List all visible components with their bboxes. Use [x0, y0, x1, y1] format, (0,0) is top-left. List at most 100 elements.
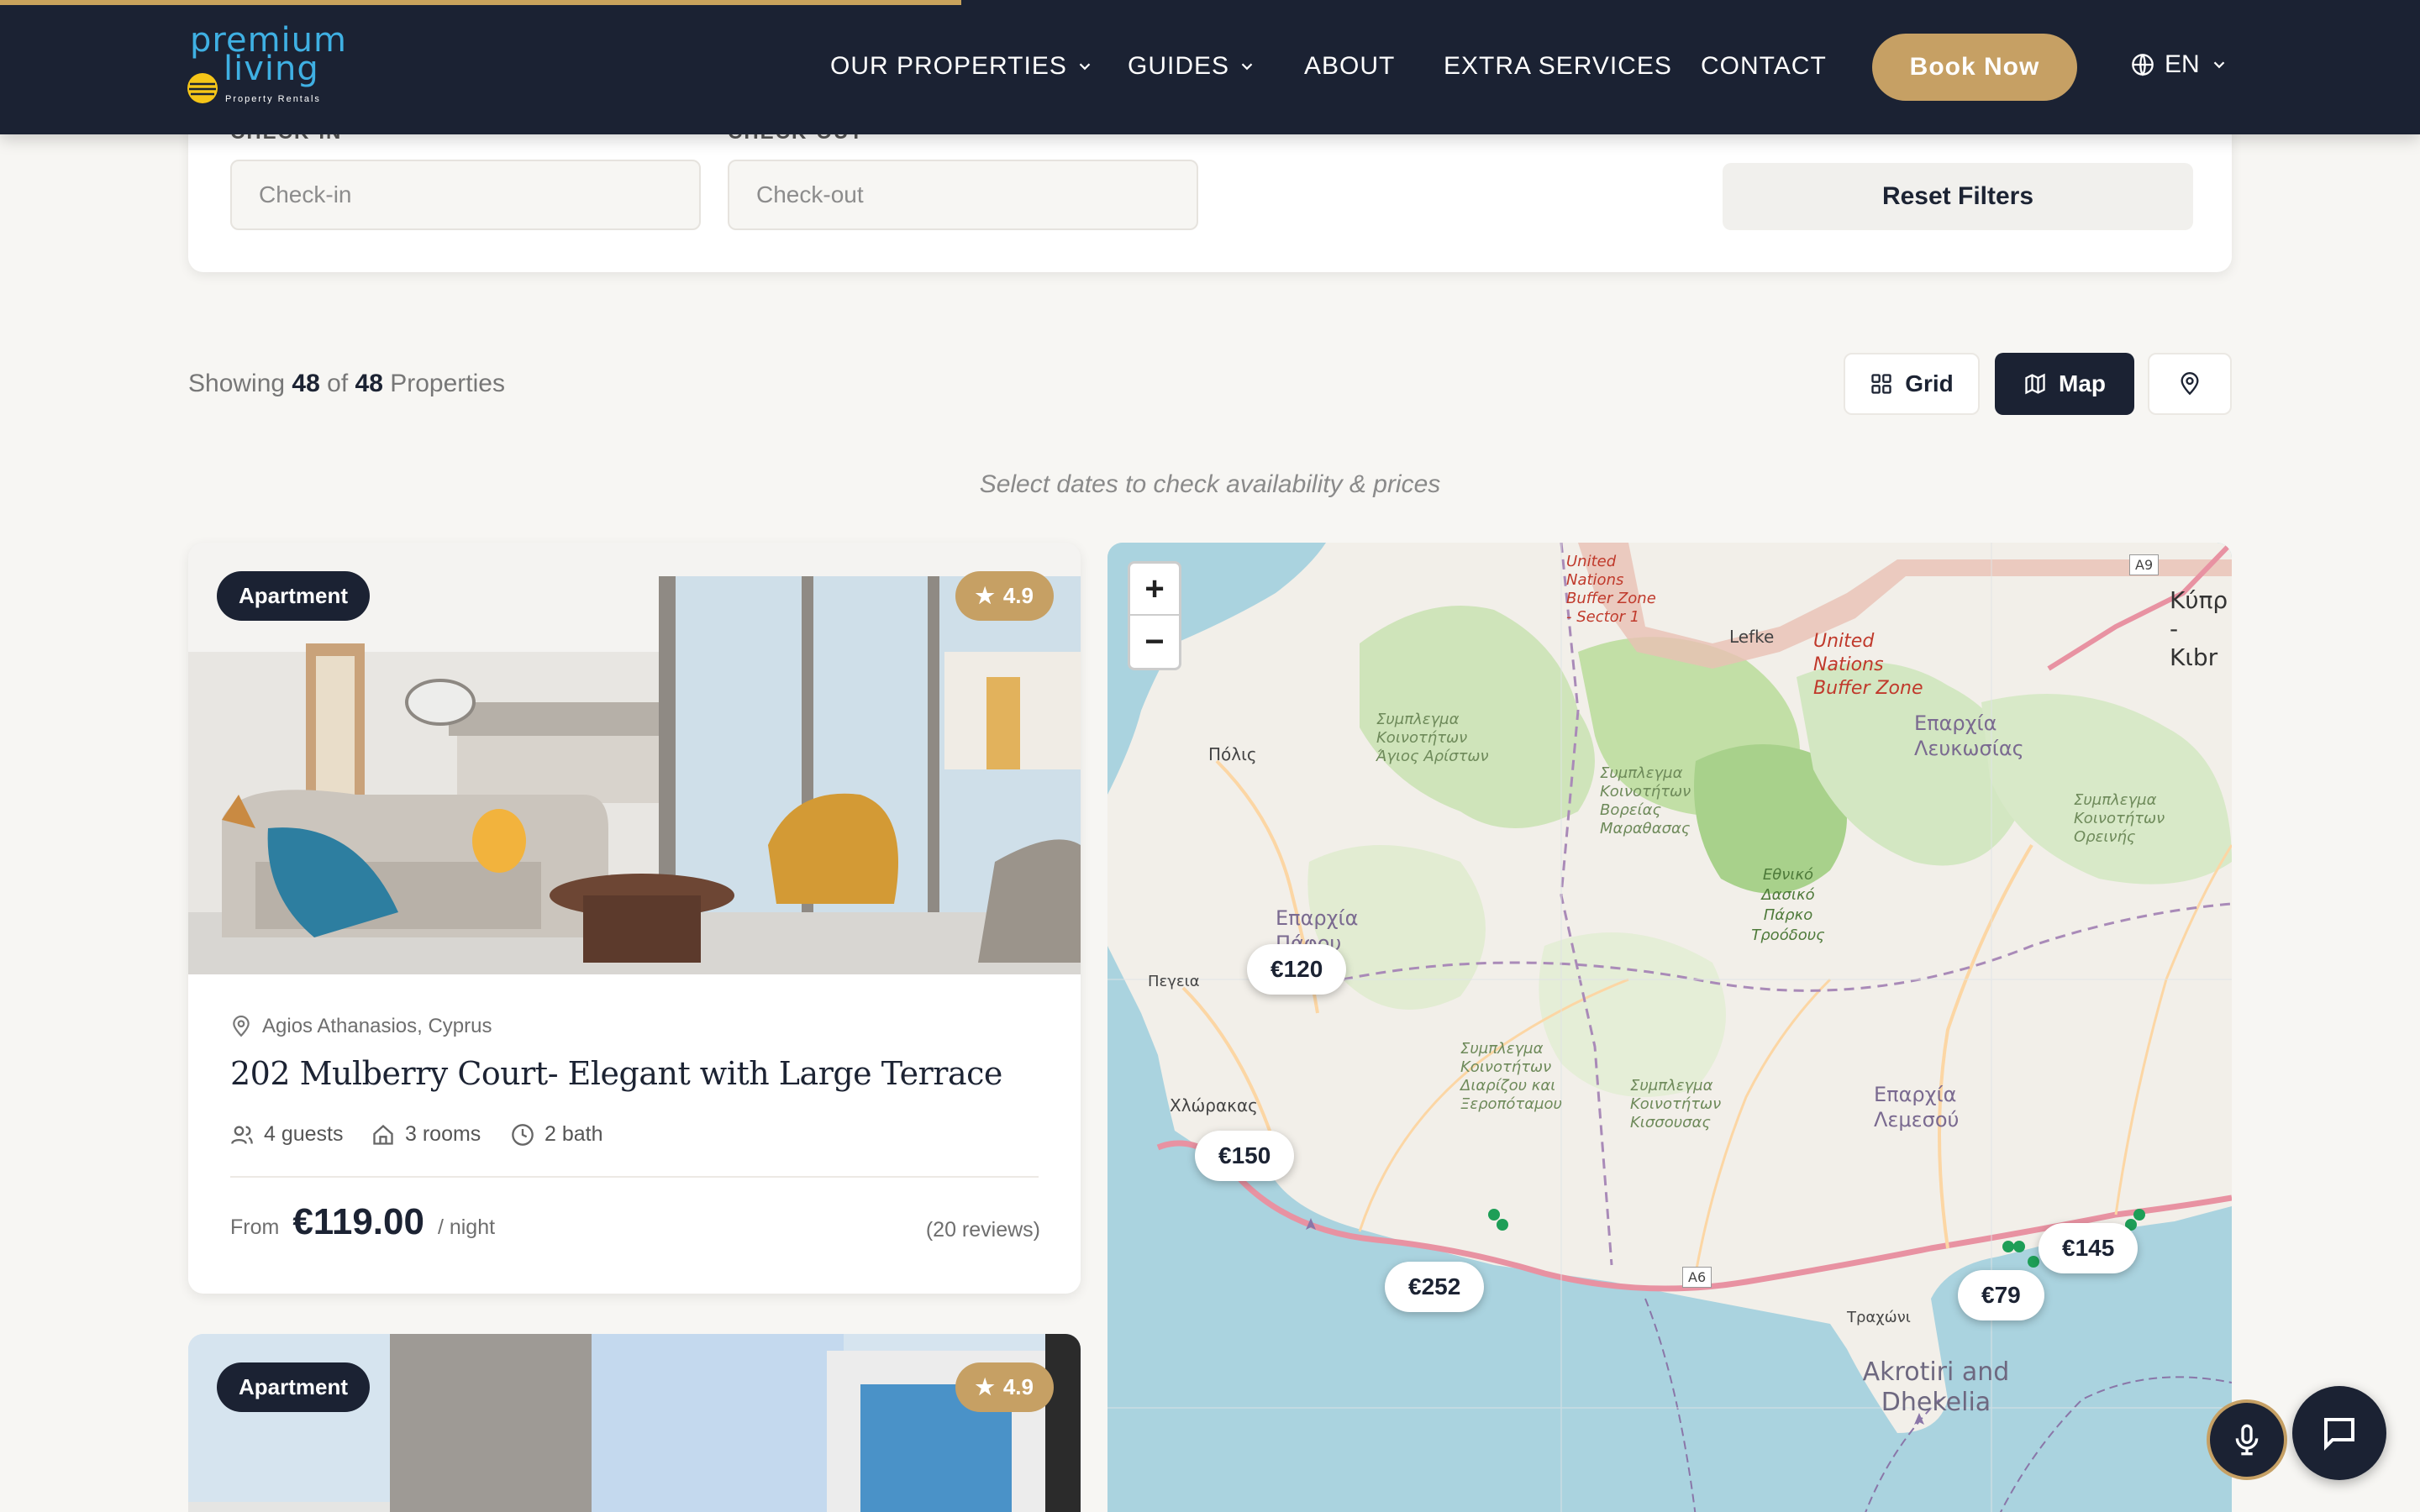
star-icon: ★ — [975, 1374, 995, 1399]
map-view-button[interactable]: Map — [1995, 353, 2134, 415]
price-per-night: / night — [437, 1215, 496, 1239]
map-label-voreias-marathasas: Συμπλεγμα Κοινοτήτων Βορείας Μαραθασας — [1600, 764, 1691, 837]
zoom-in-button[interactable]: + — [1130, 564, 1179, 616]
map-label-agios-aristou: Συμπλεγμα Κοινοτήτων Άγιος Αρίστων — [1376, 711, 1489, 765]
map-label-polis: Πόλις — [1208, 744, 1257, 764]
availability-hint: Select dates to check availability & pri… — [979, 470, 1441, 498]
guests-label: 4 guests — [264, 1122, 344, 1146]
star-icon: ★ — [975, 583, 995, 608]
grid-view-label: Grid — [1905, 370, 1954, 396]
map-label-trachoni: Τραχώνι — [1847, 1309, 1911, 1326]
price-row: From €119.00 / night — [230, 1201, 495, 1243]
map-label-akrotiri: Akrotiri and Dhekelia — [1862, 1357, 2010, 1417]
map-label-oreinis: Συμπλεγμα Κοινοτήτων Ορεινής — [2074, 791, 2165, 846]
map-view-label: Map — [2059, 370, 2106, 396]
nav-our-properties[interactable]: OUR PROPERTIES — [830, 52, 1094, 81]
property-title[interactable]: 202 Mulberry Court- Elegant with Large T… — [230, 1055, 1002, 1092]
nav-contact[interactable]: CONTACT — [1701, 52, 1827, 81]
map-icon — [2025, 373, 2045, 395]
scroll-progress-bar — [0, 0, 961, 5]
rating-badge: ★ 4.9 — [955, 571, 1054, 621]
map-label-un-sector: United Nations Buffer Zone - Sector 1 — [1566, 553, 1656, 626]
location-pin-icon — [2181, 372, 2199, 396]
zoom-out-button[interactable]: − — [1130, 616, 1179, 668]
road-label-a9: A9 — [2129, 554, 2160, 575]
bath-info: 2 bath — [511, 1122, 603, 1147]
chat-bubble-icon — [2324, 1418, 2354, 1451]
reset-filters-button[interactable]: Reset Filters — [1723, 163, 2193, 230]
price-from-label: From — [230, 1215, 280, 1239]
map-label-pegeia: Πεγεια — [1148, 973, 1200, 990]
total-count: 48 — [355, 370, 383, 397]
property-type-badge: Apartment — [217, 571, 371, 621]
location-view-button[interactable] — [2148, 353, 2232, 415]
checkout-field[interactable]: Check-out — [728, 160, 1198, 230]
guests-icon — [231, 1126, 253, 1144]
property-map[interactable]: + − United Nations Buffer Zone - Sector … — [1107, 543, 2232, 1512]
of-word: of — [327, 370, 349, 397]
grid-view-button[interactable]: Grid — [1844, 353, 1980, 415]
nav-guides[interactable]: GUIDES — [1128, 52, 1256, 81]
rooms-label: 3 rooms — [405, 1122, 481, 1146]
map-tiles[interactable] — [1107, 543, 2232, 1512]
map-label-troodos: Εθνικό Δασικό Πάρκο Τροόδους — [1751, 866, 1825, 944]
location-pin-icon — [233, 1016, 250, 1037]
nav-extra-services-label: EXTRA SERVICES — [1444, 52, 1672, 80]
chevron-down-icon — [2213, 61, 2224, 69]
nav-contact-label: CONTACT — [1701, 52, 1827, 80]
card-divider — [230, 1176, 1039, 1178]
map-label-lemesou: Επαρχία Λεμεσού — [1874, 1083, 1960, 1131]
map-price-pin[interactable]: €150 — [1195, 1131, 1295, 1181]
clock-icon — [512, 1123, 534, 1146]
property-type-badge: Apartment — [217, 1362, 371, 1412]
grid-icon — [1871, 374, 1891, 394]
chevron-down-icon — [1079, 63, 1091, 71]
map-price-pin[interactable]: €120 — [1247, 944, 1347, 995]
rating-value: 4.9 — [1002, 583, 1034, 608]
rating-badge: ★ 4.9 — [955, 1362, 1054, 1412]
bath-label: 2 bath — [544, 1122, 603, 1146]
property-location: Agios Athanasios, Cyprus — [230, 1015, 492, 1038]
site-header: premium living Property Rentals OUR PROP… — [0, 0, 2420, 134]
nav-about-label: ABOUT — [1304, 52, 1396, 80]
road-label-a6: A6 — [1682, 1267, 1712, 1288]
nav-about[interactable]: ABOUT — [1304, 52, 1395, 81]
map-price-pin[interactable]: €252 — [1385, 1262, 1485, 1312]
price-value: €119.00 — [292, 1201, 424, 1242]
logo-text-living: living — [224, 50, 319, 88]
guests-info: 4 guests — [230, 1122, 344, 1147]
nav-guides-label: GUIDES — [1128, 52, 1230, 80]
property-location-label: Agios Athanasios, Cyprus — [262, 1015, 492, 1037]
property-card[interactable]: Apartment ★ 4.9 Agios Athanasios, Cyprus… — [188, 543, 1081, 1294]
home-icon — [373, 1124, 393, 1145]
site-logo[interactable]: premium living Property Rentals — [187, 24, 346, 111]
map-label-un-zone: United Nations Buffer Zone — [1813, 631, 1923, 699]
rating-value: 4.9 — [1002, 1374, 1034, 1399]
logo-mark-icon — [187, 73, 218, 103]
nav-our-properties-label: OUR PROPERTIES — [830, 52, 1067, 80]
language-selector[interactable]: EN — [2131, 50, 2228, 79]
map-label-kypros: Κύπρ - Κιbr — [2170, 586, 2228, 671]
nav-extra-services[interactable]: EXTRA SERVICES — [1444, 52, 1672, 81]
chat-button[interactable] — [2292, 1386, 2386, 1480]
map-price-pin[interactable]: €79 — [1958, 1270, 2044, 1320]
voice-assistant-button[interactable] — [2207, 1399, 2287, 1480]
map-label-lefkosias: Επαρχία Λευκωσίας — [1914, 711, 2024, 760]
map-label-diarizou: Συμπλεγμα Κοινοτήτων Διαρίζου και Ξεροπό… — [1460, 1040, 1562, 1113]
checkin-field[interactable]: Check-in — [230, 160, 701, 230]
review-count: (20 reviews) — [925, 1218, 1040, 1242]
map-price-pin[interactable]: €145 — [2039, 1223, 2139, 1273]
property-card[interactable]: Apartment ★ 4.9 — [188, 1334, 1081, 1512]
showing-prefix: Showing — [188, 370, 286, 397]
chevron-down-icon — [1241, 63, 1253, 71]
results-count: Showing 48 of 48 Properties — [188, 370, 505, 398]
property-photo[interactable] — [188, 1334, 1081, 1512]
map-label-chlorakas: Χλώρακας — [1170, 1095, 1258, 1116]
map-label-lefke: Lefke — [1729, 627, 1775, 647]
shown-count: 48 — [292, 370, 320, 397]
book-now-button[interactable]: Book Now — [1872, 34, 2077, 101]
logo-tagline: Property Rentals — [225, 94, 321, 104]
language-label: EN — [2165, 50, 2200, 78]
map-label-kissousas: Συμπλεγμα Κοινοτήτων Κισσουσας — [1630, 1077, 1722, 1131]
properties-word: Properties — [390, 370, 505, 397]
